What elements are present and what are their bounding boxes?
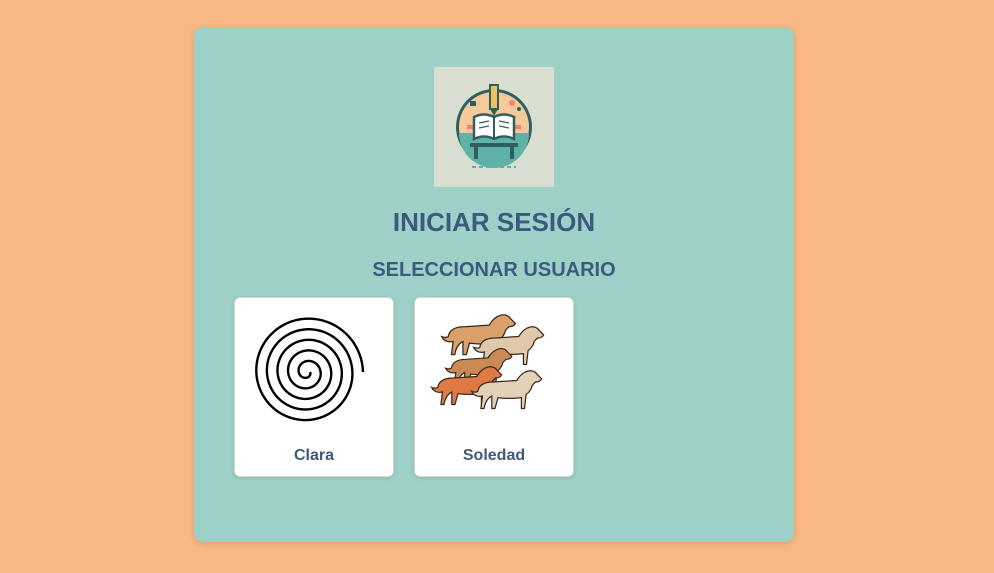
spiral-icon (255, 317, 365, 422)
login-card: INICIAR SESIÓN SELECCIONAR USUARIO Clara… (194, 27, 794, 542)
user-card-clara[interactable]: Clara (234, 297, 394, 477)
user-name: Clara (293, 447, 335, 464)
user-name: Soledad (462, 447, 526, 464)
user-card-soledad[interactable]: Soledad (414, 297, 574, 477)
user-list: Clara Soledad (234, 297, 574, 477)
book-logo-icon (434, 67, 554, 187)
app-logo (434, 67, 554, 187)
page-title: INICIAR SESIÓN (392, 207, 596, 237)
dogs-icon (430, 314, 545, 410)
page-subtitle: SELECCIONAR USUARIO (372, 259, 616, 281)
